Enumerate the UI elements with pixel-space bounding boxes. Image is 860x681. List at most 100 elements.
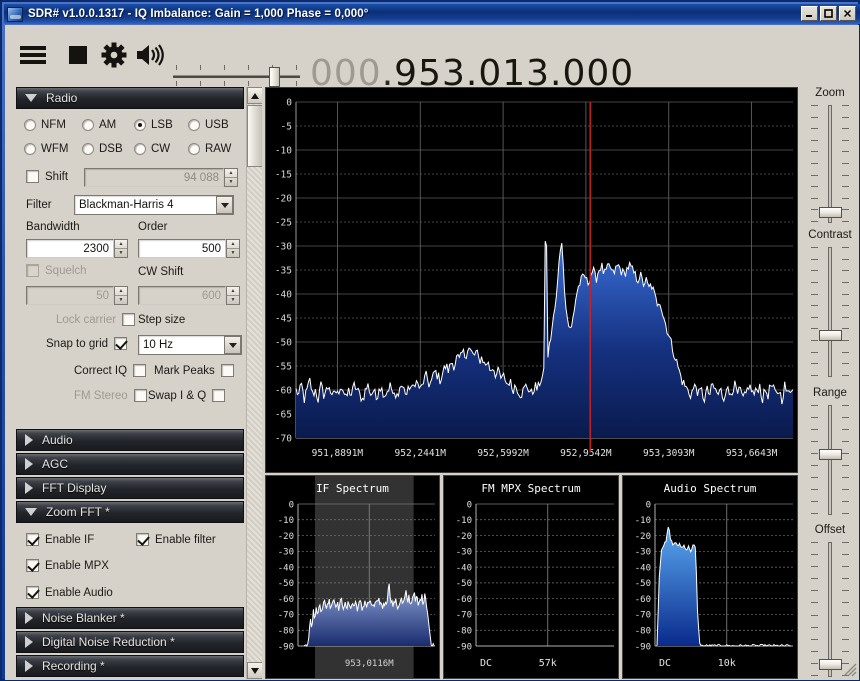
chevron-down-icon[interactable] bbox=[216, 196, 233, 214]
mode-label: RAW bbox=[205, 143, 232, 155]
svg-text:FM MPX Spectrum: FM MPX Spectrum bbox=[481, 482, 581, 495]
lock-carrier-checkbox[interactable]: Lock carrier bbox=[56, 313, 136, 326]
slider-track bbox=[828, 247, 832, 377]
svg-text:953,0116M: 953,0116M bbox=[345, 659, 394, 669]
speaker-icon[interactable] bbox=[133, 38, 167, 72]
enable-audio-label: Enable Audio bbox=[45, 586, 113, 599]
svg-text:953,3093M: 953,3093M bbox=[643, 448, 695, 459]
if-spectrum-panel[interactable]: IF Spectrum 0 -10 -20 -30 -40 -50 -60 -70 -80 -90 9… bbox=[265, 475, 440, 679]
checkbox-mark bbox=[114, 337, 128, 350]
step-size-select[interactable]: 10 Hz bbox=[138, 335, 242, 355]
titlebar[interactable]: SDR# v1.0.0.1317 - IQ Imbalance: Gain = … bbox=[4, 4, 860, 24]
volume-track bbox=[173, 75, 300, 78]
mark-peaks-checkbox[interactable]: Mark Peaks bbox=[154, 364, 234, 377]
mode-radio-usb[interactable]: USB bbox=[188, 119, 229, 131]
stop-square-icon[interactable] bbox=[61, 38, 95, 72]
swap-iq-checkbox[interactable]: Swap I & Q bbox=[148, 389, 226, 402]
mode-radio-am[interactable]: AM bbox=[82, 119, 116, 131]
mode-radio-raw[interactable]: RAW bbox=[188, 143, 231, 155]
checkbox-mark bbox=[212, 389, 226, 402]
main-spectrum-display[interactable]: 0 -5 -10 -15 -20 -25 -30 -35 -40 -45 -50 -55 -60 -65 -… bbox=[265, 87, 798, 473]
minimize-button[interactable] bbox=[801, 6, 818, 21]
range-slider-thumb[interactable] bbox=[819, 449, 842, 460]
checkbox-mark bbox=[220, 364, 234, 377]
svg-text:0: 0 bbox=[646, 500, 651, 510]
zoom-slider[interactable] bbox=[801, 105, 859, 223]
volume-thumb[interactable] bbox=[269, 67, 280, 87]
contrast-slider-thumb[interactable] bbox=[819, 330, 842, 341]
volume-ticks-top bbox=[173, 65, 300, 70]
sidebar-section-radio-label: Radio bbox=[46, 91, 78, 105]
range-slider[interactable] bbox=[801, 405, 859, 515]
correct-iq-checkbox[interactable]: Correct IQ bbox=[74, 364, 147, 377]
shift-spinner[interactable]: ▲ ▼ bbox=[224, 168, 238, 187]
checkbox-mark bbox=[26, 264, 39, 277]
enable-if-checkbox[interactable]: Enable IF bbox=[26, 533, 94, 546]
mode-radio-cw[interactable]: CW bbox=[134, 143, 170, 155]
mode-radio-nfm[interactable]: NFM bbox=[24, 119, 66, 131]
sidebar-section-recording[interactable]: Recording * bbox=[16, 655, 244, 677]
squelch-label: Squelch bbox=[45, 264, 87, 277]
scrollbar-thumb[interactable] bbox=[247, 105, 262, 167]
enable-audio-checkbox[interactable]: Enable Audio bbox=[26, 586, 113, 599]
cw-shift-field: 600 bbox=[138, 286, 226, 305]
audio-spectrum-panel[interactable]: Audio Spectrum 0 -10 -20 -30 -40 -50 -60 -70 -80 -… bbox=[622, 475, 798, 679]
resize-grip-icon[interactable] bbox=[843, 663, 857, 677]
radio-mark bbox=[82, 119, 94, 131]
mode-radio-lsb[interactable]: LSB bbox=[134, 119, 173, 131]
snap-to-grid-checkbox[interactable]: Snap to grid bbox=[46, 337, 128, 350]
order-spinner[interactable]: ▲ ▼ bbox=[226, 239, 240, 258]
mode-label: NFM bbox=[41, 119, 66, 131]
offset-slider[interactable] bbox=[801, 542, 859, 677]
scroll-up-button[interactable] bbox=[247, 87, 262, 104]
gear-icon[interactable] bbox=[97, 38, 131, 72]
offset-slider-thumb[interactable] bbox=[819, 659, 842, 670]
sidebar-section-noise-blanker[interactable]: Noise Blanker * bbox=[16, 607, 244, 629]
sidebar-section-zoom-fft[interactable]: Zoom FFT * bbox=[16, 501, 244, 523]
shift-checkbox[interactable]: Shift bbox=[26, 170, 68, 183]
bandwidth-field[interactable]: 2300 bbox=[26, 239, 114, 258]
order-field[interactable]: 500 bbox=[138, 239, 226, 258]
bandwidth-spinner[interactable]: ▲ ▼ bbox=[114, 239, 128, 258]
close-button[interactable] bbox=[839, 6, 856, 21]
svg-text:-20: -20 bbox=[278, 532, 294, 542]
scroll-down-button[interactable] bbox=[247, 662, 262, 679]
svg-text:-20: -20 bbox=[635, 532, 651, 542]
svg-text:-40: -40 bbox=[275, 290, 292, 301]
sidebar-section-radio[interactable]: Radio bbox=[16, 87, 244, 109]
svg-text:-90: -90 bbox=[456, 642, 472, 652]
sidebar-section-agc[interactable]: AGC bbox=[16, 453, 244, 475]
squelch-checkbox[interactable]: Squelch bbox=[26, 264, 87, 277]
mode-radio-wfm[interactable]: WFM bbox=[24, 143, 68, 155]
svg-text:-60: -60 bbox=[456, 595, 472, 605]
checkbox-mark bbox=[136, 533, 149, 546]
shift-value-field[interactable]: 94 088 bbox=[84, 168, 224, 187]
zoom-slider-thumb[interactable] bbox=[819, 207, 842, 218]
mode-radio-dsb[interactable]: DSB bbox=[82, 143, 123, 155]
chevron-down-icon[interactable] bbox=[224, 336, 241, 354]
mode-label: LSB bbox=[151, 119, 173, 131]
sidebar-section-fft-display[interactable]: FFT Display bbox=[16, 477, 244, 499]
fm-mpx-spectrum-panel[interactable]: FM MPX Spectrum 0 -10 -20 -30 -40 -50 -60 -70 -80… bbox=[443, 475, 619, 679]
sidebar-section-dnr[interactable]: Digital Noise Reduction * bbox=[16, 631, 244, 653]
sidebar-scrollbar[interactable] bbox=[246, 87, 262, 679]
svg-text:951,8891M: 951,8891M bbox=[312, 448, 364, 459]
svg-text:-50: -50 bbox=[278, 579, 294, 589]
hamburger-menu-icon[interactable] bbox=[16, 38, 50, 72]
filter-select[interactable]: Blackman-Harris 4 bbox=[74, 195, 234, 215]
svg-text:-50: -50 bbox=[275, 338, 292, 349]
fm-stereo-checkbox[interactable]: FM Stereo bbox=[74, 389, 147, 402]
volume-slider[interactable] bbox=[173, 65, 300, 87]
enable-filter-checkbox[interactable]: Enable filter bbox=[136, 533, 216, 546]
maximize-button[interactable] bbox=[820, 6, 837, 21]
enable-filter-label: Enable filter bbox=[155, 533, 216, 546]
sidebar-section-audio[interactable]: Audio bbox=[16, 429, 244, 451]
chevron-right-icon bbox=[25, 482, 33, 494]
svg-text:-15: -15 bbox=[275, 170, 292, 181]
svg-text:-30: -30 bbox=[635, 548, 651, 558]
squelch-field: 50 bbox=[26, 286, 114, 305]
contrast-slider[interactable] bbox=[801, 247, 859, 377]
chevron-right-icon bbox=[25, 660, 33, 672]
svg-text:DC: DC bbox=[659, 658, 671, 669]
enable-mpx-checkbox[interactable]: Enable MPX bbox=[26, 559, 109, 572]
